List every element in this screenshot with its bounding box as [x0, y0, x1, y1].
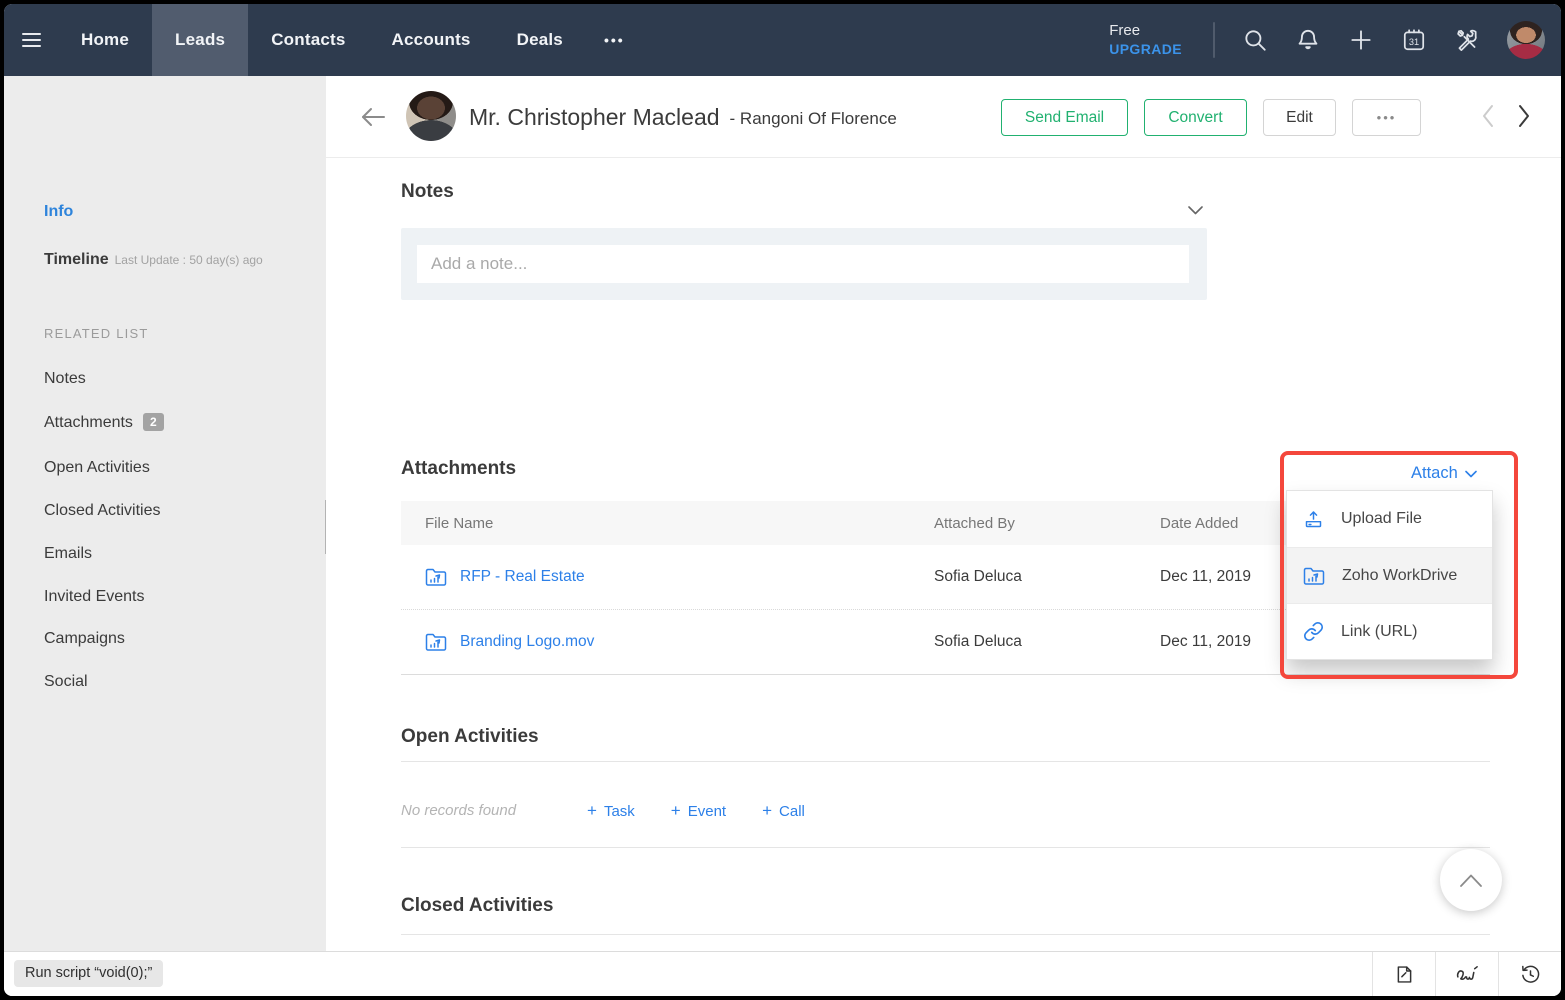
add-task-label: Task — [604, 803, 635, 820]
lead-avatar — [406, 91, 456, 141]
user-avatar[interactable] — [1507, 21, 1545, 59]
calendar-icon[interactable]: 31 — [1401, 27, 1427, 53]
attachments-section-title: Attachments — [401, 458, 516, 480]
sidebar-item-emails[interactable]: Emails — [44, 545, 92, 563]
attached-by-value: Sofia Deluca — [934, 633, 1160, 651]
nav-item-leads[interactable]: Leads — [152, 4, 248, 76]
add-task-link[interactable]: + Task — [587, 801, 635, 821]
file-folder-icon — [425, 568, 447, 586]
related-list-sidebar: Info Timeline Last Update : 50 day(s) ago… — [4, 76, 326, 951]
sidebar-item-invited-events[interactable]: Invited Events — [44, 588, 145, 606]
edit-button[interactable]: Edit — [1263, 99, 1336, 136]
nav-item-home[interactable]: Home — [58, 4, 152, 76]
sidebar-item-campaigns[interactable]: Campaigns — [44, 630, 125, 648]
sidebar-item-attachments[interactable]: Attachments 2 — [44, 413, 164, 432]
divider — [1213, 22, 1215, 58]
menu-item-zoho-workdrive[interactable]: Zoho WorkDrive — [1287, 547, 1492, 603]
menu-item-link-url[interactable]: Link (URL) — [1287, 603, 1492, 659]
more-actions-button[interactable]: ••• — [1352, 99, 1421, 136]
next-record-icon[interactable] — [1517, 104, 1531, 133]
attach-label: Attach — [1411, 464, 1458, 483]
menu-item-label: Upload File — [1341, 510, 1422, 528]
hamburger-icon[interactable] — [4, 4, 58, 76]
attachment-link[interactable]: RFP - Real Estate — [460, 568, 585, 586]
closed-activities-section-title: Closed Activities — [401, 895, 553, 917]
svg-text:31: 31 — [1409, 37, 1419, 47]
bottom-status-bar: Run script “void(0);” — [4, 951, 1561, 996]
page-subtitle: - Rangoni Of Florence — [730, 105, 897, 129]
divider — [401, 761, 1490, 762]
nav-item-accounts[interactable]: Accounts — [369, 4, 494, 76]
related-list-heading: RELATED LIST — [44, 326, 148, 341]
notes-shortcut-icon[interactable] — [1372, 952, 1435, 996]
notes-panel — [401, 228, 1207, 300]
nav-item-contacts[interactable]: Contacts — [248, 4, 368, 76]
attachments-count-badge: 2 — [143, 413, 164, 431]
column-file-name: File Name — [401, 515, 934, 532]
sidebar-item-social[interactable]: Social — [44, 673, 88, 691]
attachment-link[interactable]: Branding Logo.mov — [460, 633, 594, 651]
record-header: Mr. Christopher Maclead - Rangoni Of Flo… — [326, 76, 1561, 158]
divider — [401, 934, 1490, 935]
divider — [401, 847, 1490, 848]
menu-item-label: Link (URL) — [1341, 623, 1417, 641]
timeline-meta: Last Update : 50 day(s) ago — [115, 253, 263, 267]
plan-block: Free UPGRADE — [1109, 22, 1182, 58]
attach-dropdown-button[interactable]: Attach — [1411, 464, 1477, 483]
workdrive-folder-icon — [1303, 567, 1325, 585]
plus-icon: + — [671, 801, 681, 821]
bell-icon[interactable] — [1295, 27, 1321, 53]
menu-item-label: Zoho WorkDrive — [1342, 567, 1457, 585]
send-email-button[interactable]: Send Email — [1001, 99, 1128, 136]
upgrade-link[interactable]: UPGRADE — [1109, 41, 1182, 59]
chevron-up-icon — [1460, 874, 1482, 887]
convert-button[interactable]: Convert — [1144, 99, 1247, 136]
notes-collapse-chevron-icon[interactable] — [1188, 202, 1203, 220]
history-icon[interactable] — [1498, 952, 1561, 996]
add-call-link[interactable]: + Call — [762, 801, 805, 821]
upload-icon — [1303, 509, 1324, 530]
sidebar-item-info[interactable]: Info — [44, 203, 73, 221]
attachments-label: Attachments — [44, 414, 133, 431]
tools-icon[interactable] — [1454, 27, 1480, 53]
browser-window: Home Leads Contacts Accounts Deals ••• F… — [0, 0, 1565, 1000]
search-icon[interactable] — [1242, 27, 1268, 53]
nav-item-deals[interactable]: Deals — [494, 4, 586, 76]
file-folder-icon — [425, 633, 447, 651]
sidebar-item-closed-activities[interactable]: Closed Activities — [44, 502, 161, 520]
link-icon — [1303, 621, 1324, 642]
plus-icon[interactable] — [1348, 27, 1374, 53]
attach-dropdown-menu: Upload File Zoho WorkDrive — [1286, 490, 1493, 660]
scroll-to-top-button[interactable] — [1440, 849, 1502, 911]
nav-more-icon[interactable]: ••• — [586, 4, 643, 76]
zia-assistant-icon[interactable] — [1435, 952, 1498, 996]
plan-label: Free — [1109, 22, 1182, 41]
sidebar-item-notes[interactable]: Notes — [44, 370, 86, 388]
attached-by-value: Sofia Deluca — [934, 568, 1160, 586]
sidebar-item-open-activities[interactable]: Open Activities — [44, 459, 150, 477]
plus-icon: + — [762, 801, 772, 821]
back-arrow-icon[interactable] — [359, 105, 387, 134]
top-navigation: Home Leads Contacts Accounts Deals ••• F… — [4, 4, 1561, 76]
menu-item-upload-file[interactable]: Upload File — [1287, 491, 1492, 547]
add-event-label: Event — [688, 803, 726, 820]
plus-icon: + — [587, 801, 597, 821]
add-call-label: Call — [779, 803, 805, 820]
sidebar-item-timeline[interactable]: Timeline Last Update : 50 day(s) ago — [44, 251, 263, 269]
column-attached-by: Attached By — [934, 515, 1160, 532]
timeline-label: Timeline — [44, 251, 109, 268]
chevron-down-icon — [1465, 470, 1477, 478]
main-content: Notes Attachments File Name Attached By … — [326, 158, 1561, 951]
notes-section-title: Notes — [401, 181, 454, 203]
add-event-link[interactable]: + Event — [671, 801, 726, 821]
page-title: Mr. Christopher Maclead — [469, 104, 720, 131]
open-activities-section-title: Open Activities — [401, 726, 539, 748]
no-records-text: No records found — [401, 802, 516, 819]
add-note-input[interactable] — [417, 245, 1189, 283]
previous-record-icon[interactable] — [1481, 104, 1495, 133]
browser-status-text: Run script “void(0);” — [14, 960, 163, 987]
